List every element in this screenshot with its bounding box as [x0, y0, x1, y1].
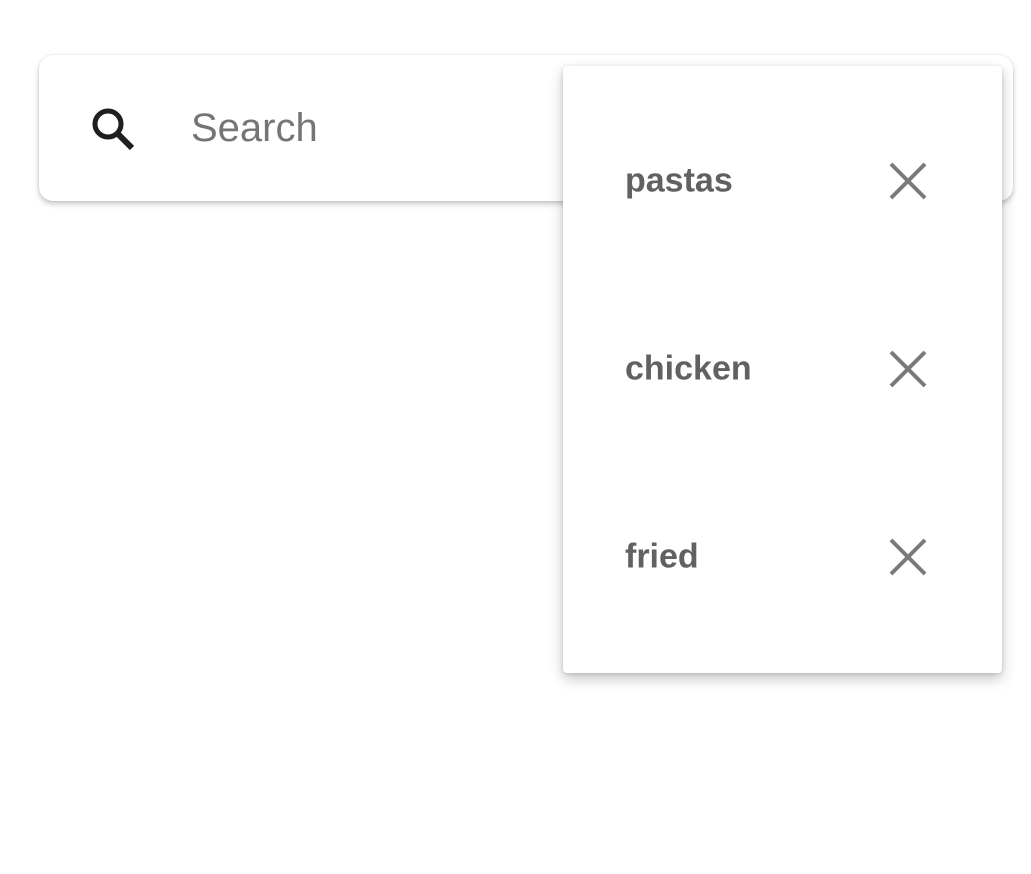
close-icon	[889, 162, 927, 200]
search-icon[interactable]	[87, 103, 139, 155]
close-icon	[889, 538, 927, 576]
remove-history-item-button[interactable]	[879, 152, 937, 210]
history-item-chicken[interactable]: chicken	[563, 309, 1002, 429]
history-item-label: pastas	[625, 161, 733, 200]
history-item-label: fried	[625, 537, 699, 576]
history-item-fried[interactable]: fried	[563, 497, 1002, 617]
remove-history-item-button[interactable]	[879, 340, 937, 398]
history-item-pastas[interactable]: pastas	[563, 121, 1002, 241]
history-item-label: chicken	[625, 349, 752, 388]
search-input[interactable]	[191, 95, 551, 161]
remove-history-item-button[interactable]	[879, 528, 937, 586]
close-icon	[889, 350, 927, 388]
search-history-dropdown: pastas chicken fried	[563, 66, 1002, 673]
